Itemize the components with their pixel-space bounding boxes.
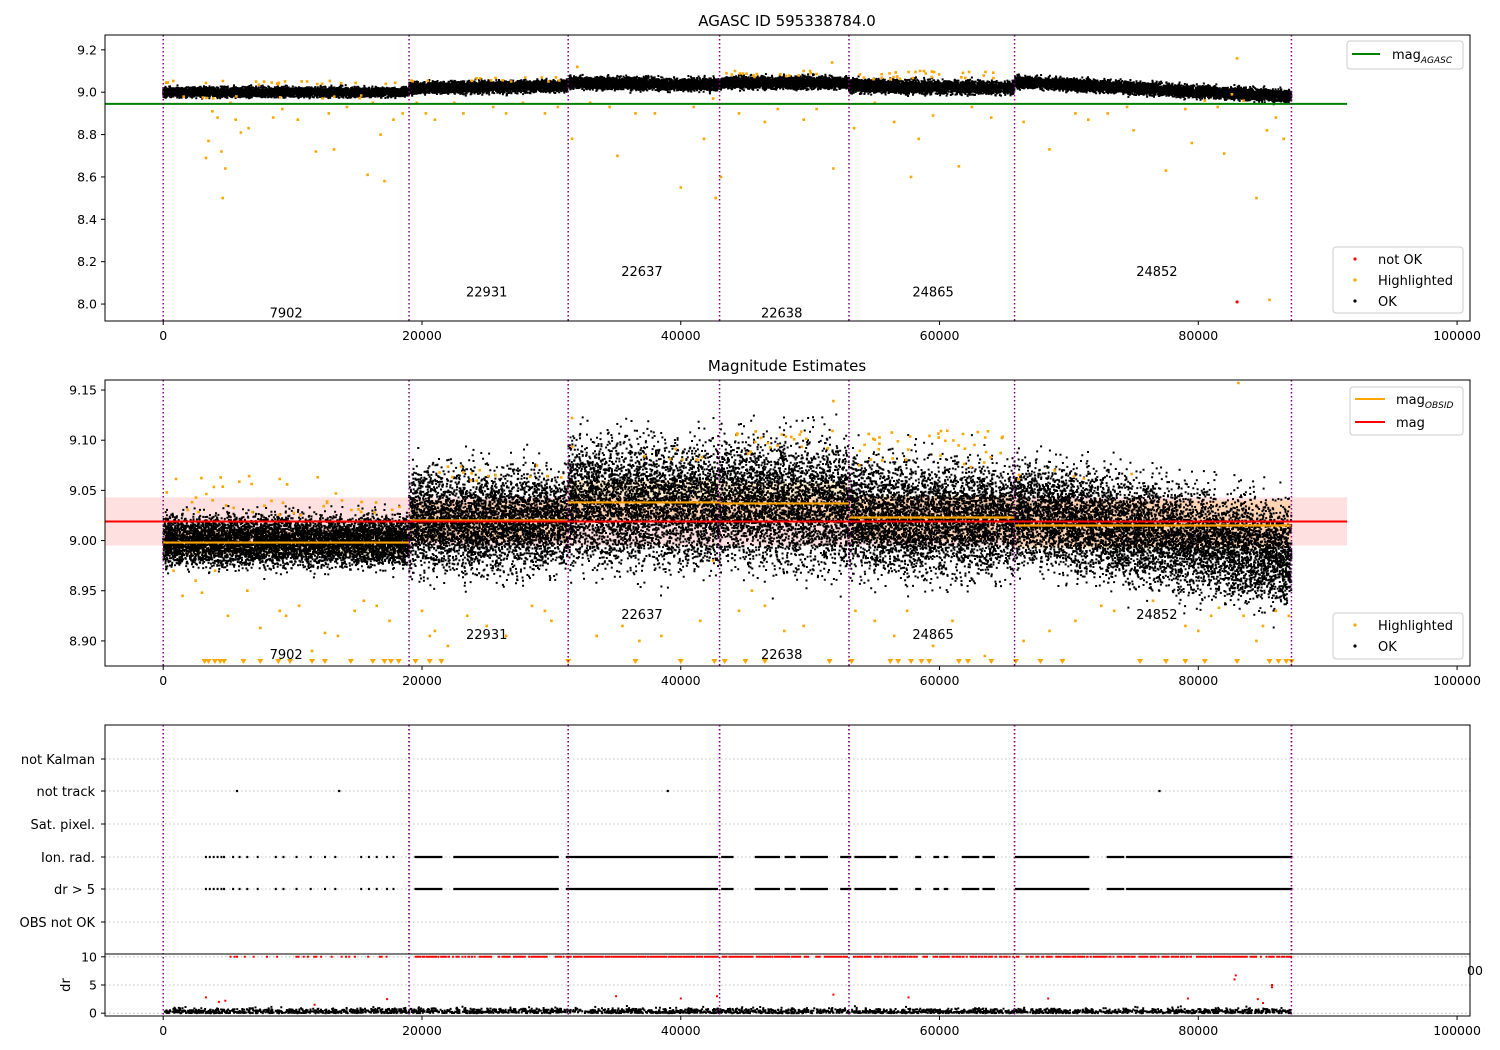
y-tick-label: 9.10 <box>69 433 97 448</box>
legend-marker-highlighted <box>1353 278 1357 282</box>
y-tick-label: 9.05 <box>69 483 97 498</box>
y-tick-label: 8.6 <box>77 169 97 184</box>
x-tick-label: 40000 <box>661 673 701 688</box>
legend-marker-ok <box>1353 299 1357 303</box>
legend-label-highlighted: Highlighted <box>1378 619 1453 634</box>
y-tick-label: 10 <box>81 949 97 964</box>
y-tick-label: 0 <box>89 1006 97 1021</box>
chart-title: Magnitude Estimates <box>708 357 866 375</box>
not-ok-point <box>1235 300 1239 304</box>
x-tick-label: 20000 <box>402 673 442 688</box>
chart-title: AGASC ID 595338784.0 <box>698 12 876 30</box>
flag-row-label: OBS not OK <box>20 916 96 931</box>
obsid-label: 22637 <box>621 608 662 623</box>
flag-row-label: Sat. pixel. <box>31 818 95 833</box>
obsid-label: 22931 <box>466 285 507 300</box>
stray-tick-label: 00 <box>1467 963 1483 978</box>
y-tick-label: 5 <box>89 978 97 993</box>
legend-marker-not-ok <box>1353 257 1357 261</box>
legend-marker-highlighted <box>1353 623 1357 627</box>
obsid-label: 7902 <box>270 307 303 322</box>
x-tick-label: 60000 <box>920 1023 960 1038</box>
x-tick-label: 60000 <box>920 328 960 343</box>
x-tick-label: 0 <box>159 1023 167 1038</box>
y-tick-label: 8.2 <box>77 254 97 269</box>
x-tick-label: 0 <box>159 673 167 688</box>
y-tick-label: 9.2 <box>77 42 97 57</box>
legend-label-ok: OK <box>1378 295 1397 310</box>
obsid-label: 7902 <box>270 648 303 663</box>
x-tick-label: 80000 <box>1178 1023 1218 1038</box>
x-tick-label: 80000 <box>1178 328 1218 343</box>
y-tick-label: 9.0 <box>77 85 97 100</box>
y-tick-label: 8.4 <box>77 212 97 227</box>
x-tick-label: 100000 <box>1433 673 1481 688</box>
y-tick-label: 9.15 <box>69 383 97 398</box>
x-tick-label: 40000 <box>661 328 701 343</box>
x-tick-label: 100000 <box>1433 1023 1481 1038</box>
y-axis-label: dr <box>59 978 74 992</box>
estimates-legend-status: Highlighted OK <box>1332 612 1464 660</box>
y-tick-label: 9.00 <box>69 533 97 548</box>
obsid-label: 24852 <box>1136 265 1177 280</box>
x-tick-label: 0 <box>159 328 167 343</box>
y-tick-label: 8.90 <box>69 633 97 648</box>
flag-row-label: dr > 5 <box>54 883 95 898</box>
legend-marker-ok <box>1353 644 1357 648</box>
x-tick-label: 20000 <box>402 1023 442 1038</box>
agasc-legend-status: not OK Highlighted OK <box>1332 246 1464 314</box>
flag-row-label: not Kalman <box>21 753 95 768</box>
x-tick-label: 80000 <box>1178 673 1218 688</box>
obsid-label: 22931 <box>466 628 507 643</box>
legend-label-highlighted: Highlighted <box>1378 274 1453 289</box>
obsid-label: 22638 <box>761 307 802 322</box>
obsid-label: 24865 <box>912 628 953 643</box>
y-tick-label: 8.8 <box>77 127 97 142</box>
obsid-label: 24852 <box>1136 608 1177 623</box>
obsid-label: 24865 <box>912 285 953 300</box>
y-tick-label: 8.95 <box>69 583 97 598</box>
x-tick-label: 20000 <box>402 328 442 343</box>
obsid-label: 22637 <box>621 265 662 280</box>
x-tick-label: 40000 <box>661 1023 701 1038</box>
y-tick-label: 8.0 <box>77 297 97 312</box>
agasc-legend-reference: magAGASC <box>1346 40 1464 70</box>
x-tick-label: 60000 <box>920 673 960 688</box>
legend-label-not-ok: not OK <box>1378 253 1423 268</box>
obsid-label: 22638 <box>761 648 802 663</box>
flag-row-label: Ion. rad. <box>41 851 95 866</box>
x-tick-label: 100000 <box>1433 328 1481 343</box>
legend-label-mag: mag <box>1396 416 1425 431</box>
estimates-legend-mags: magOBSID mag <box>1349 386 1464 436</box>
legend-label-ok: OK <box>1378 640 1397 655</box>
figure: AGASC ID 595338784.0 7902 22931 22637 22638… <box>0 0 1500 1050</box>
flag-row-label: not track <box>36 785 95 800</box>
